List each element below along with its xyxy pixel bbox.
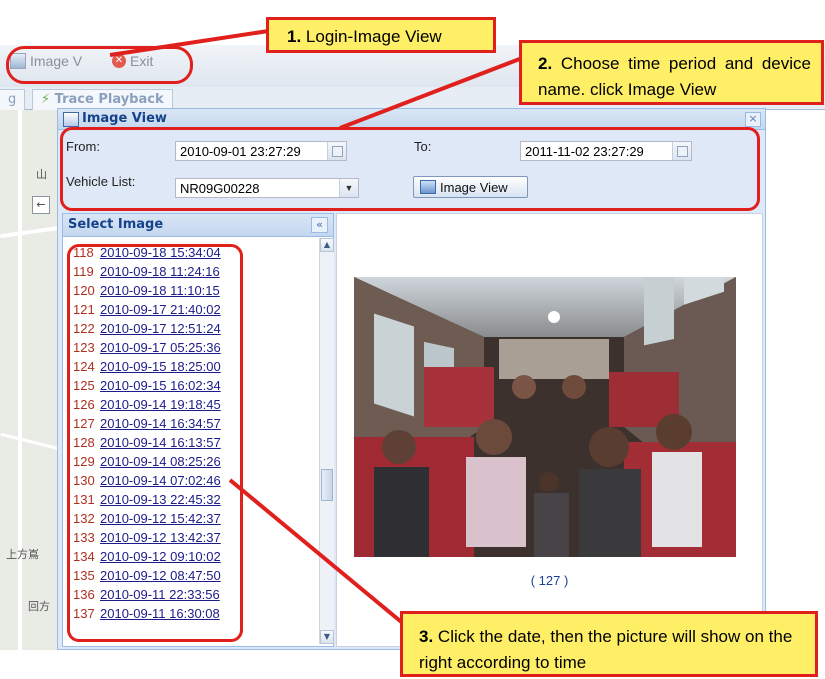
bus-interior-photo: [354, 277, 736, 557]
list-scrollbar[interactable]: ▲ ▼: [319, 238, 334, 644]
scroll-up-icon[interactable]: ▲: [320, 238, 334, 252]
dialog-title: Image View: [82, 111, 167, 126]
callout-number: 1.: [287, 27, 302, 46]
scroll-thumb[interactable]: [321, 469, 333, 501]
window-icon: [63, 112, 79, 127]
image-preview-panel: ( 127 ): [336, 213, 763, 647]
map-background: 山 ← 上方嶌 回方: [0, 110, 61, 650]
callout-text: Choose time period and device name. clic…: [538, 54, 811, 99]
map-label: 上方嶌: [6, 548, 39, 561]
image-index-caption: ( 127 ): [530, 573, 569, 588]
callout-number: 2.: [538, 54, 553, 73]
trace-playback-icon: ⚡: [41, 92, 51, 107]
highlight-toolbar: [6, 46, 193, 84]
select-image-title: Select Image: [68, 217, 164, 232]
highlight-form: [60, 127, 760, 211]
scroll-down-icon[interactable]: ▼: [320, 630, 334, 644]
tab-trace-playback[interactable]: ⚡ Trace Playback: [32, 89, 173, 110]
map-label: 山: [36, 168, 47, 181]
select-image-header: Select Image «: [63, 214, 333, 237]
callout-text: Login-Image View: [301, 27, 442, 46]
callout-choose-period: 2. Choose time period and device name. c…: [519, 40, 824, 105]
highlight-list: [67, 244, 243, 642]
callout-click-date: 3. Click the date, then the picture will…: [400, 611, 818, 677]
tab-partial[interactable]: g: [0, 89, 26, 110]
tab-partial-label: g: [8, 92, 17, 107]
callout-login-image-view: 1. Login-Image View: [266, 17, 496, 53]
callout-text: Click the date, then the picture will sh…: [419, 627, 793, 672]
collapse-button[interactable]: «: [311, 217, 328, 233]
map-back-arrow[interactable]: ←: [32, 196, 50, 214]
callout-number: 3.: [419, 627, 434, 646]
tab-trace-playback-label: Trace Playback: [54, 92, 164, 107]
map-label: 回方: [28, 600, 50, 613]
close-button[interactable]: ×: [745, 112, 761, 127]
